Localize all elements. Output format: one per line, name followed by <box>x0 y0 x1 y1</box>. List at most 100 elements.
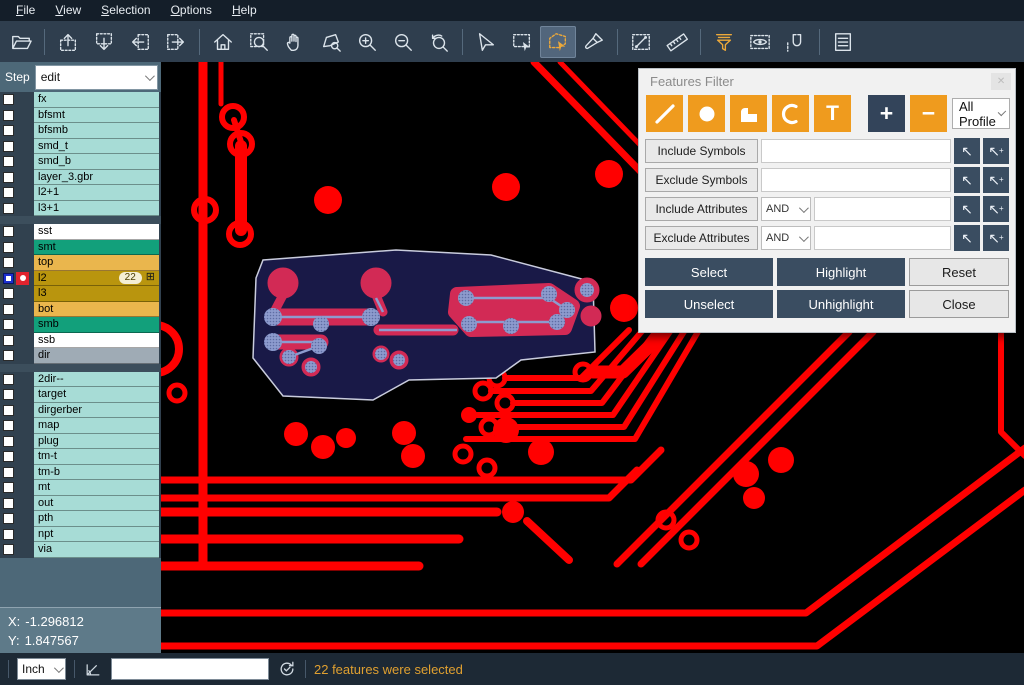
include-attributes-input[interactable] <box>814 197 951 221</box>
layer-row[interactable]: via <box>0 542 161 558</box>
unit-select[interactable]: Inch <box>17 658 66 680</box>
layer-name-cell[interactable]: via <box>34 542 159 558</box>
layer-visibility-checkbox[interactable] <box>3 257 14 268</box>
layer-name-cell[interactable]: mt <box>34 480 159 496</box>
menu-help[interactable]: Help <box>222 1 267 20</box>
layer-name-cell[interactable]: top <box>34 255 159 271</box>
unselect-button[interactable]: Unselect <box>645 290 773 318</box>
exclude-symbols-button[interactable]: Exclude Symbols <box>645 168 758 192</box>
layer-row[interactable]: target <box>0 387 161 403</box>
layer-row[interactable]: tm-t <box>0 449 161 465</box>
pick-attribute-icon[interactable]: ↖ <box>954 196 980 222</box>
clear-selection-button[interactable] <box>576 26 612 58</box>
layer-row[interactable]: l222⊞ <box>0 271 161 287</box>
rectangle-select-button[interactable] <box>504 26 540 58</box>
profile-select[interactable]: All Profile <box>952 98 1010 129</box>
layer-name-cell[interactable]: map <box>34 418 159 434</box>
layer-row[interactable]: bfsmb <box>0 123 161 139</box>
layer-row[interactable]: sst <box>0 224 161 240</box>
layer-name-cell[interactable]: l3+1 <box>34 201 159 217</box>
include-symbols-button[interactable]: Include Symbols <box>645 139 758 163</box>
layer-visibility-checkbox[interactable] <box>3 273 14 284</box>
pcb-canvas[interactable]: Features Filter ✕ T + − <box>161 62 1024 653</box>
layer-name-cell[interactable]: bfsmb <box>34 123 159 139</box>
layer-name-cell[interactable]: l3 <box>34 286 159 302</box>
layer-row[interactable]: smt <box>0 240 161 256</box>
layer-visibility-checkbox[interactable] <box>3 94 14 105</box>
pick-add-attribute-icon[interactable]: ↖+ <box>983 196 1009 222</box>
layer-visibility-checkbox[interactable] <box>3 110 14 121</box>
layer-visibility-checkbox[interactable] <box>3 350 14 361</box>
pick-add-attribute-icon[interactable]: ↖+ <box>983 225 1009 251</box>
zoom-home-button[interactable] <box>205 26 241 58</box>
filter-type-text-button[interactable]: T <box>814 95 851 132</box>
features-filter-button[interactable] <box>706 26 742 58</box>
layer-row[interactable]: dir <box>0 348 161 364</box>
layer-visibility-checkbox[interactable] <box>3 288 14 299</box>
layer-name-cell[interactable]: l222⊞ <box>34 271 159 287</box>
positive-polarity-button[interactable]: + <box>868 95 905 132</box>
layer-name-cell[interactable]: smd_b <box>34 154 159 170</box>
pick-symbol-icon[interactable]: ↖ <box>954 167 980 193</box>
refresh-check-icon[interactable] <box>277 659 297 679</box>
layer-row[interactable]: plug <box>0 434 161 450</box>
select-pointer-button[interactable] <box>468 26 504 58</box>
pan-hand-button[interactable] <box>277 26 313 58</box>
layer-name-cell[interactable]: dir <box>34 348 159 364</box>
layer-visibility-checkbox[interactable] <box>3 467 14 478</box>
view-visibility-button[interactable] <box>742 26 778 58</box>
open-folder-button[interactable] <box>3 26 39 58</box>
layer-row[interactable]: 2dir-- <box>0 372 161 388</box>
layer-row[interactable]: layer_3.gbr <box>0 170 161 186</box>
layer-name-cell[interactable]: target <box>34 387 159 403</box>
layer-visibility-checkbox[interactable] <box>3 513 14 524</box>
highlight-button[interactable]: Highlight <box>777 258 905 286</box>
filter-type-pad-button[interactable] <box>688 95 725 132</box>
select-button[interactable]: Select <box>645 258 773 286</box>
layer-name-cell[interactable]: smt <box>34 240 159 256</box>
layer-name-cell[interactable]: fx <box>34 92 159 108</box>
ruler-button[interactable] <box>659 26 695 58</box>
layer-visibility-checkbox[interactable] <box>3 529 14 540</box>
layer-visibility-checkbox[interactable] <box>3 187 14 198</box>
snap-button[interactable] <box>778 26 814 58</box>
filter-type-line-button[interactable] <box>646 95 683 132</box>
zoom-in-button[interactable] <box>349 26 385 58</box>
layer-name-cell[interactable]: bfsmt <box>34 108 159 124</box>
polygon-zoom-button[interactable] <box>313 26 349 58</box>
negative-polarity-button[interactable]: − <box>910 95 947 132</box>
layer-name-cell[interactable]: smb <box>34 317 159 333</box>
layer-row[interactable]: smd_t <box>0 139 161 155</box>
exclude-attributes-button[interactable]: Exclude Attributes <box>645 226 758 250</box>
filter-type-arc-button[interactable] <box>772 95 809 132</box>
layer-visibility-checkbox[interactable] <box>3 405 14 416</box>
pan-down-button[interactable] <box>86 26 122 58</box>
layer-name-cell[interactable]: smd_t <box>34 139 159 155</box>
layer-row[interactable]: dirgerber <box>0 403 161 419</box>
menu-options[interactable]: Options <box>161 1 222 20</box>
layer-row[interactable]: ssb <box>0 333 161 349</box>
menu-view[interactable]: View <box>45 1 91 20</box>
layer-visibility-checkbox[interactable] <box>3 226 14 237</box>
layer-row[interactable]: l2+1 <box>0 185 161 201</box>
pan-left-button[interactable] <box>122 26 158 58</box>
layer-row[interactable]: l3 <box>0 286 161 302</box>
exclude-attributes-operator-select[interactable]: AND <box>761 226 811 250</box>
layer-visibility-checkbox[interactable] <box>3 335 14 346</box>
layer-name-cell[interactable]: tm-t <box>34 449 159 465</box>
exclude-attributes-input[interactable] <box>814 226 951 250</box>
pick-add-symbol-icon[interactable]: ↖+ <box>983 167 1009 193</box>
layer-visibility-checkbox[interactable] <box>3 389 14 400</box>
layer-visibility-checkbox[interactable] <box>3 172 14 183</box>
unhighlight-button[interactable]: Unhighlight <box>777 290 905 318</box>
filter-type-surface-button[interactable] <box>730 95 767 132</box>
layer-name-cell[interactable]: ssb <box>34 333 159 349</box>
layer-row[interactable]: out <box>0 496 161 512</box>
pan-right-button[interactable] <box>158 26 194 58</box>
zoom-area-button[interactable] <box>241 26 277 58</box>
pick-add-symbol-icon[interactable]: ↖+ <box>983 138 1009 164</box>
pan-up-button[interactable] <box>50 26 86 58</box>
close-icon[interactable]: ✕ <box>991 73 1011 90</box>
layer-visibility-checkbox[interactable] <box>3 544 14 555</box>
layer-visibility-checkbox[interactable] <box>3 374 14 385</box>
